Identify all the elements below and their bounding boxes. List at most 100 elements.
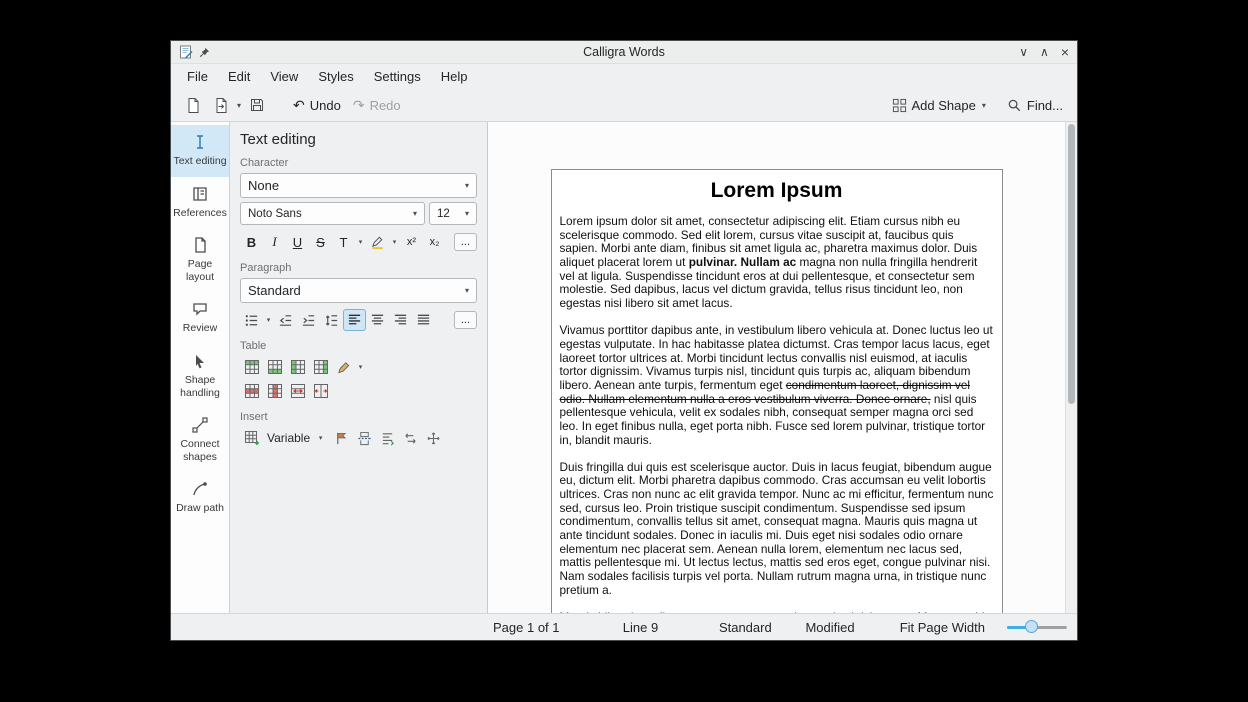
table-border-pen-button[interactable] (332, 356, 355, 378)
chevron-down-icon[interactable]: ▾ (236, 101, 242, 110)
new-document-button[interactable] (180, 93, 206, 117)
review-icon (191, 300, 209, 318)
font-size-select[interactable]: 12 ▾ (429, 202, 477, 225)
paragraph[interactable]: Lorem ipsum dolor sit amet, consectetur … (560, 215, 994, 311)
menu-help[interactable]: Help (431, 67, 478, 86)
merge-cells-button[interactable] (286, 380, 309, 402)
chevron-down-icon: ▾ (315, 434, 326, 442)
delete-column-button[interactable] (263, 380, 286, 402)
menu-file[interactable]: File (177, 67, 218, 86)
line-spacing-button[interactable] (320, 309, 343, 331)
text-run[interactable]: Duis fringilla dui quis est scelerisque … (560, 460, 994, 597)
menu-styles[interactable]: Styles (308, 67, 363, 86)
menu-edit[interactable]: Edit (218, 67, 260, 86)
insert-row-below-button[interactable] (263, 356, 286, 378)
insert-table-button[interactable] (240, 427, 263, 449)
align-justify-button[interactable] (412, 309, 435, 331)
delete-row-button[interactable] (240, 380, 263, 402)
chevron-down-icon: ▾ (465, 181, 469, 190)
page-indicator[interactable]: Page 1 of 1 (493, 620, 623, 635)
menu-settings[interactable]: Settings (364, 67, 431, 86)
increase-indent-button[interactable] (297, 309, 320, 331)
bookmark-icon[interactable] (330, 427, 353, 449)
zoom-slider-knob[interactable] (1025, 620, 1038, 633)
character-style-select[interactable]: None ▾ (240, 173, 477, 198)
highlight-button[interactable] (366, 231, 389, 253)
open-document-button[interactable] (208, 93, 234, 117)
line-indicator: Line 9 (623, 620, 719, 635)
chevron-down-icon[interactable]: ▾ (389, 238, 400, 246)
tab-references[interactable]: References (171, 177, 229, 229)
paragraph[interactable]: Mauris bibendum aliquam metus, ac venena… (560, 611, 994, 613)
footnote-icon[interactable] (399, 427, 422, 449)
undo-button[interactable]: ↶ Undo (288, 93, 346, 118)
font-family-select[interactable]: Noto Sans ▾ (240, 202, 425, 225)
close-icon[interactable]: × (1061, 45, 1069, 59)
decrease-indent-button[interactable] (274, 309, 297, 331)
chevron-down-icon[interactable]: ▾ (263, 316, 274, 324)
menu-view[interactable]: View (260, 67, 308, 86)
text-run[interactable]: pulvinar. Nullam ac (689, 255, 797, 269)
titlebar[interactable]: Calligra Words ∨ ∧ × (171, 41, 1077, 64)
page-layout-icon (191, 236, 209, 254)
anchor-icon[interactable] (422, 427, 445, 449)
document-heading[interactable]: Lorem Ipsum (560, 179, 994, 203)
page-break-icon[interactable] (353, 427, 376, 449)
align-left-button[interactable] (343, 309, 366, 331)
scrollbar-thumb[interactable] (1068, 124, 1075, 404)
text-editing-icon (191, 133, 209, 151)
chevron-down-icon[interactable]: ▾ (355, 363, 366, 371)
list-style-button[interactable] (240, 309, 263, 331)
find-button[interactable]: Find... (1002, 94, 1068, 117)
align-right-button[interactable] (389, 309, 412, 331)
index-entry-icon[interactable] (376, 427, 399, 449)
align-center-button[interactable] (366, 309, 389, 331)
paragraph-style-select[interactable]: Standard ▾ (240, 278, 477, 303)
document-body[interactable]: Lorem ipsum dolor sit amet, consectetur … (560, 215, 994, 613)
font-family-value: Noto Sans (248, 208, 302, 220)
strikethrough-button[interactable]: S (309, 231, 332, 253)
insert-row-above-button[interactable] (240, 356, 263, 378)
tab-connect-shapes[interactable]: Connect shapes (171, 408, 229, 472)
vertical-scrollbar[interactable] (1065, 122, 1077, 613)
tab-page-layout[interactable]: Page layout (171, 228, 229, 292)
save-button[interactable] (244, 93, 270, 117)
text-run[interactable]: Mauris bibendum aliquam metus, ac venena… (560, 610, 985, 613)
document-canvas[interactable]: Lorem Ipsum Lorem ipsum dolor sit amet, … (488, 122, 1065, 613)
zoom-mode-button[interactable]: Fit Page Width (900, 620, 1008, 635)
paragraph[interactable]: Duis fringilla dui quis est scelerisque … (560, 461, 994, 598)
references-icon (191, 185, 209, 203)
chevron-down-icon[interactable]: ▾ (355, 238, 366, 246)
menubar: File Edit View Styles Settings Help (171, 64, 1077, 89)
add-shape-button[interactable]: Add Shape ▾ (887, 94, 992, 117)
table-section-label: Table (240, 340, 477, 352)
subscript-button[interactable]: x₂ (423, 231, 446, 253)
chevron-down-icon: ▾ (413, 209, 417, 218)
variable-label: Variable (267, 431, 310, 445)
tab-review[interactable]: Review (171, 292, 229, 344)
style-indicator[interactable]: Standard (719, 620, 806, 635)
insert-column-right-button[interactable] (309, 356, 332, 378)
paragraph-more-button[interactable]: ... (454, 311, 477, 329)
paragraph[interactable]: Vivamus porttitor dapibus ante, in vesti… (560, 324, 994, 447)
tab-text-editing[interactable]: Text editing (171, 125, 229, 177)
underline-button[interactable]: U (286, 231, 309, 253)
split-cells-button[interactable] (309, 380, 332, 402)
tab-shape-handling[interactable]: Shape handling (171, 344, 229, 408)
document-page[interactable]: Lorem Ipsum Lorem ipsum dolor sit amet, … (551, 169, 1003, 613)
redo-button[interactable]: ↷ Redo (348, 93, 406, 118)
bold-button[interactable]: B (240, 231, 263, 253)
italic-button[interactable]: I (263, 231, 286, 253)
character-more-button[interactable]: ... (454, 233, 477, 251)
variable-dropdown[interactable]: Variable ▾ (263, 429, 330, 447)
superscript-button[interactable]: x² (400, 231, 423, 253)
maximize-icon[interactable]: ∧ (1040, 46, 1049, 58)
insert-column-left-button[interactable] (286, 356, 309, 378)
pin-icon[interactable] (199, 47, 210, 58)
zoom-slider[interactable] (1007, 619, 1067, 635)
change-case-button[interactable]: T (332, 231, 355, 253)
minimize-icon[interactable]: ∨ (1019, 46, 1028, 58)
tab-draw-path[interactable]: Draw path (171, 472, 229, 524)
window-title: Calligra Words (171, 45, 1077, 59)
tool-tabstrip: Text editing References Page layout Revi… (171, 122, 230, 613)
